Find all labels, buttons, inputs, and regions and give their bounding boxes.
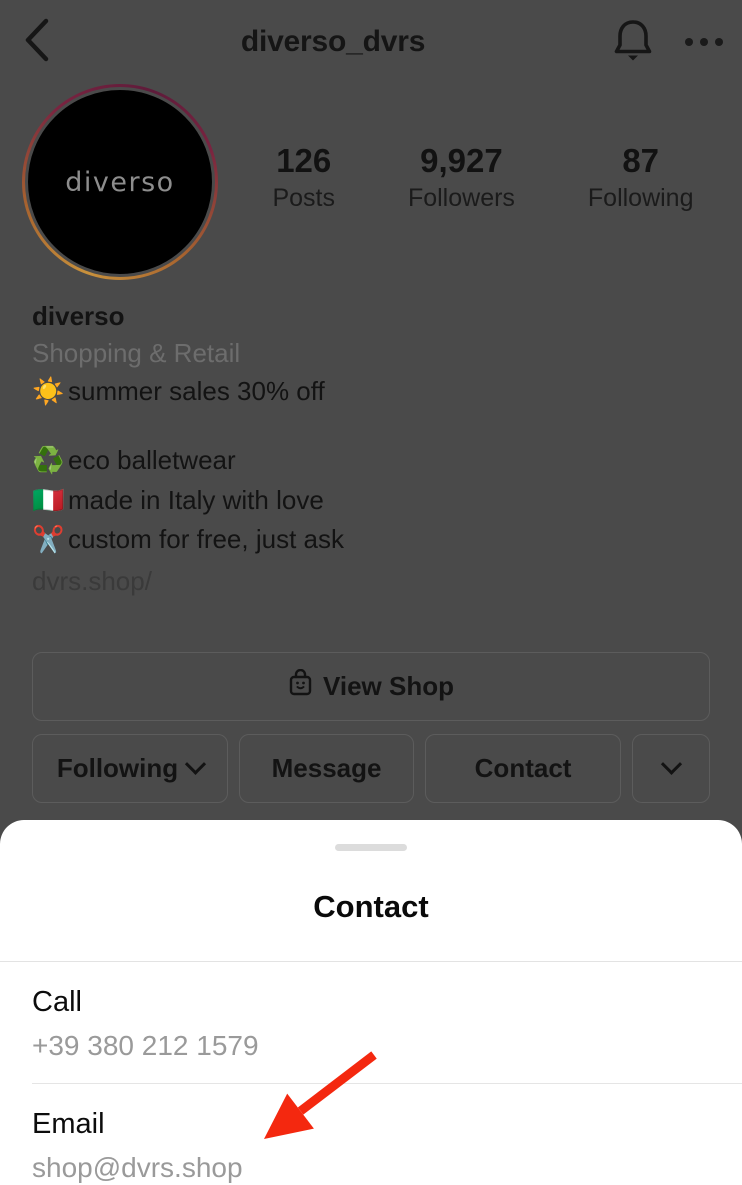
profile-stats: 126 Posts 9,927 Followers 87 Following [218, 84, 742, 214]
stat-followers-value: 9,927 [420, 142, 503, 179]
following-button[interactable]: Following [32, 734, 228, 803]
recycle-icon: ♻️ [32, 446, 65, 477]
bio-category: Shopping & Retail [32, 337, 241, 368]
bio-line-eco-text: eco balletwear [68, 445, 236, 476]
bio-line-sales: ☀️ summer sales 30% off [32, 372, 718, 411]
bio-line-custom: ✂️ custom for free, just ask [32, 520, 718, 559]
back-button[interactable] [0, 0, 74, 84]
contact-label: Contact [474, 753, 572, 783]
bio-blank-line [32, 411, 718, 441]
stat-followers-label: Followers [407, 183, 515, 212]
chevron-left-icon [24, 18, 50, 67]
drag-handle[interactable] [335, 844, 407, 851]
top-navigation-bar: diverso_dvrs [0, 0, 742, 84]
contact-button[interactable]: Contact [425, 734, 621, 803]
more-options-button[interactable] [666, 0, 742, 84]
bio-line-custom-text: custom for free, just ask [68, 524, 344, 555]
contact-call-value: +39 380 212 1579 [32, 1030, 259, 1062]
avatar-story-ring[interactable]: diverso [22, 84, 218, 280]
view-shop-label: View Shop [323, 671, 454, 701]
stat-following-value: 87 [622, 142, 660, 179]
contact-bottom-sheet: Contact Call +39 380 212 1579 Email shop… [0, 820, 742, 1185]
bio-website-link[interactable]: dvrs.shop/ [32, 562, 718, 600]
profile-action-buttons: View Shop Following Message Contact [32, 652, 710, 803]
stat-posts-label: Posts [272, 183, 335, 212]
stat-following[interactable]: 87 Following [588, 142, 694, 214]
avatar-logo-text: diverso [65, 166, 175, 198]
bio-line-eco: ♻️ eco balletwear [32, 441, 718, 480]
sun-icon: ☀️ [32, 376, 65, 407]
chevron-down-icon [185, 753, 207, 775]
scissors-icon: ✂️ [32, 525, 65, 556]
message-button[interactable]: Message [239, 734, 415, 803]
contact-row-call[interactable]: Call +39 380 212 1579 [0, 962, 742, 1083]
bell-icon [611, 17, 655, 68]
stat-following-label: Following [587, 183, 694, 212]
sheet-title: Contact [313, 889, 429, 924]
shopping-bag-icon [288, 668, 313, 704]
message-label: Message [271, 753, 382, 783]
bio-line-sales-text: summer sales 30% off [68, 375, 325, 406]
contact-call-label: Call [32, 986, 82, 1018]
contact-email-label: Email [32, 1107, 105, 1140]
contact-row-email[interactable]: Email shop@dvrs.shop [0, 1084, 742, 1185]
stat-posts-value: 126 [276, 142, 332, 179]
profile-bio: diverso Shopping & Retail ☀️ summer sales… [32, 298, 718, 600]
more-actions-button[interactable] [632, 734, 710, 803]
notifications-button[interactable] [600, 0, 666, 84]
stat-posts[interactable]: 126 Posts [272, 142, 335, 214]
profile-header: diverso 126 Posts 9,927 Followers 87 Fol… [0, 84, 742, 289]
avatar[interactable]: diverso [25, 87, 215, 277]
page-title: diverso_dvrs [240, 25, 426, 58]
following-label: Following [56, 753, 179, 783]
italy-flag-icon: 🇮🇹 [32, 485, 65, 516]
bio-line-italy-text: made in Italy with love [68, 484, 324, 515]
chevron-down-icon [660, 753, 682, 775]
stat-followers[interactable]: 9,927 Followers [408, 142, 515, 214]
secondary-action-row: Following Message Contact [32, 734, 710, 803]
bio-display-name: diverso [32, 301, 125, 331]
contact-email-value: shop@dvrs.shop [32, 1151, 243, 1183]
ellipsis-icon [685, 38, 723, 46]
view-shop-button[interactable]: View Shop [32, 652, 710, 721]
bio-line-italy: 🇮🇹 made in Italy with love [32, 481, 718, 520]
